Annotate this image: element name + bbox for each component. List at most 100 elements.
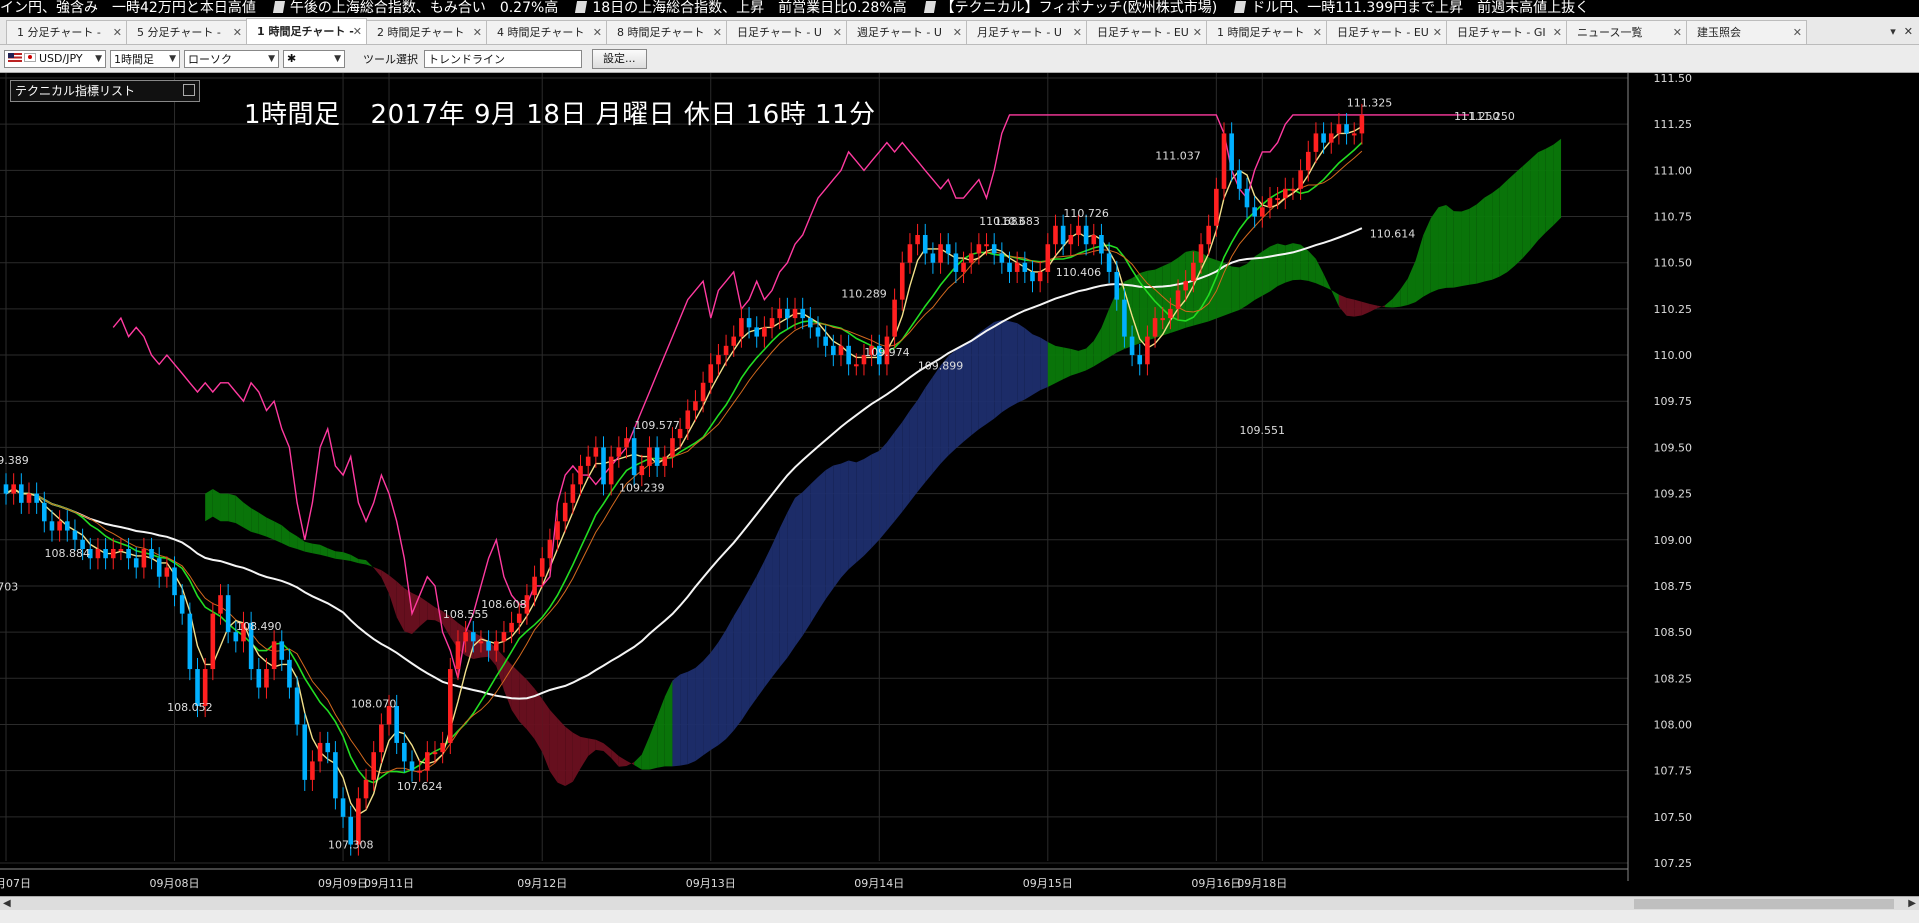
- tab-close-icon[interactable]: ✕: [953, 21, 962, 44]
- y-tick-label: 110.50: [1654, 257, 1693, 270]
- ichimoku-cloud: [840, 460, 849, 578]
- tab-close-icon[interactable]: ✕: [1193, 21, 1202, 44]
- chart-area[interactable]: 111.50 111.25 111.00 110.75 110.50 110.25 110.…: [0, 72, 1919, 895]
- x-tick-label: 09月11日: [364, 877, 414, 890]
- tab-close-icon[interactable]: ✕: [713, 21, 722, 44]
- tab-7[interactable]: 週足チャート - U ✕: [846, 20, 967, 44]
- tab-label: 4 時間足チャート: [497, 26, 585, 39]
- tab-close-icon[interactable]: ✕: [1313, 21, 1322, 44]
- tab-0[interactable]: 1 分足チャート - ✕: [6, 20, 127, 44]
- tab-10[interactable]: 1 時間足チャート ✕: [1206, 20, 1327, 44]
- candle-body: [1030, 271, 1035, 282]
- ticker-item[interactable]: 午後の上海総合指数、もみ合い 0.27%高: [272, 0, 559, 17]
- ichimoku-cloud: [994, 320, 1002, 419]
- ticker-item[interactable]: ドル円、一時111.399円まで上昇 前週末高値上抜く: [1234, 0, 1589, 17]
- tab-label: 日足チャート - GI: [1457, 26, 1546, 39]
- chart-type-select[interactable]: ローソク ▼: [184, 49, 279, 68]
- tab-dropdown-icon[interactable]: ▾: [1890, 20, 1896, 44]
- candle-body: [256, 669, 262, 688]
- candle-body: [325, 742, 331, 753]
- indicator-list-panel[interactable]: テクニカル指標リスト: [10, 80, 200, 102]
- candlestick-chart[interactable]: 111.50 111.25 111.00 110.75 110.50 110.25 110.…: [0, 72, 1919, 895]
- candle-body: [999, 253, 1005, 263]
- tab-close-icon[interactable]: ✕: [353, 19, 362, 44]
- candle-body: [501, 632, 507, 642]
- ichimoku-cloud: [611, 749, 619, 767]
- candle-body: [432, 752, 438, 755]
- price-label: 111.037: [1155, 150, 1201, 163]
- candle-body: [1137, 355, 1143, 365]
- tab-label: 2 時間足チャート: [377, 26, 465, 39]
- marker-value: ✱: [287, 52, 297, 65]
- candle-body: [133, 558, 139, 568]
- tab-close-icon[interactable]: ✕: [1433, 21, 1442, 44]
- x-tick-label: 09月16日: [1191, 877, 1241, 890]
- expand-icon[interactable]: [183, 84, 195, 96]
- candle-body: [103, 549, 108, 559]
- ichimoku-cloud: [695, 660, 704, 762]
- tab-6[interactable]: 日足チャート - U ✕: [726, 20, 847, 44]
- tab-12[interactable]: 日足チャート - GI ✕: [1446, 20, 1567, 44]
- ticker-item[interactable]: 【テクニカル】フィボナッチ(欧州株式市場): [923, 0, 1217, 17]
- tab-14[interactable]: 建玉照会 ✕: [1686, 20, 1807, 44]
- candle-body: [723, 345, 729, 356]
- close-icon[interactable]: ✕: [1904, 20, 1913, 44]
- tab-close-icon[interactable]: ✕: [1073, 21, 1082, 44]
- scrollbar-thumb[interactable]: [1634, 899, 1894, 909]
- candle-body: [425, 752, 430, 771]
- ichimoku-cloud: [366, 560, 374, 568]
- tab-5[interactable]: 8 時間足チャート ✕: [606, 20, 727, 44]
- ichimoku-cloud: [312, 543, 321, 555]
- candle-body: [838, 345, 844, 356]
- ichimoku-cloud: [335, 551, 344, 560]
- candle-body: [302, 724, 308, 780]
- tab-close-icon[interactable]: ✕: [833, 21, 842, 44]
- ichimoku-cloud: [1446, 204, 1454, 288]
- tab-8[interactable]: 月足チャート - U ✕: [966, 20, 1087, 44]
- tab-4[interactable]: 4 時間足チャート ✕: [486, 20, 607, 44]
- tool-select-input[interactable]: トレンドライン: [424, 49, 582, 68]
- tab-1[interactable]: 5 分足チャート - ✕: [126, 20, 247, 44]
- scroll-right-icon[interactable]: ▶: [1908, 897, 1916, 911]
- ticker-text: 午後の上海総合指数、もみ合い 0.27%高: [289, 0, 559, 16]
- candle-body: [26, 493, 32, 503]
- tab-close-icon[interactable]: ✕: [593, 21, 602, 44]
- ichimoku-cloud: [1331, 290, 1339, 307]
- symbol-select[interactable]: USD/JPY ▼: [4, 49, 106, 68]
- tab-2[interactable]: 1 時間足チャート - ✕: [246, 18, 367, 44]
- news-icon: [272, 1, 285, 13]
- timeframe-select[interactable]: 1時間足 ▼: [110, 49, 180, 68]
- settings-button[interactable]: 設定...: [592, 48, 647, 69]
- ichimoku-cloud: [343, 552, 351, 562]
- ichimoku-cloud: [871, 450, 880, 548]
- tab-close-icon[interactable]: ✕: [113, 21, 122, 44]
- ichimoku-cloud: [909, 400, 918, 502]
- news-ticker[interactable]: イン円、強含み 一時42万円と本日高値 午後の上海総合指数、もみ合い 0.27%高…: [0, 0, 1919, 17]
- tab-close-icon[interactable]: ✕: [473, 21, 482, 44]
- ichimoku-cloud: [971, 333, 979, 436]
- ticker-item[interactable]: 18日の上海総合指数、上昇 前営業日比0.28%高: [575, 0, 907, 17]
- tab-close-icon[interactable]: ✕: [1793, 21, 1802, 44]
- tab-3[interactable]: 2 時間足チャート ✕: [366, 20, 487, 44]
- ticker-item[interactable]: イン円、強含み 一時42万円と本日高値: [0, 0, 256, 17]
- tab-label: 日足チャート - EU: [1337, 26, 1429, 39]
- price-label: 107.308: [328, 838, 374, 851]
- candle-body: [172, 567, 177, 596]
- tab-close-icon[interactable]: ✕: [1553, 21, 1562, 44]
- tab-9[interactable]: 日足チャート - EU ✕: [1086, 20, 1207, 44]
- candle-body: [1221, 133, 1227, 189]
- tab-close-icon[interactable]: ✕: [1673, 21, 1682, 44]
- candle-body: [394, 706, 399, 743]
- candle-body: [149, 549, 154, 559]
- x-tick-label: 09月14日: [854, 877, 904, 890]
- scroll-left-icon[interactable]: ◀: [3, 897, 11, 911]
- horizontal-scrollbar[interactable]: ◀ ▶: [0, 896, 1919, 911]
- tab-close-icon[interactable]: ✕: [233, 21, 242, 44]
- tab-13[interactable]: ニュース一覧 ✕: [1566, 20, 1687, 44]
- tab-11[interactable]: 日足チャート - EU ✕: [1326, 20, 1447, 44]
- ichimoku-cloud: [1338, 294, 1347, 316]
- candle-body: [1145, 336, 1150, 365]
- candle-body: [800, 308, 805, 319]
- candle-body: [333, 752, 338, 799]
- marker-select[interactable]: ✱ ▼: [283, 49, 345, 68]
